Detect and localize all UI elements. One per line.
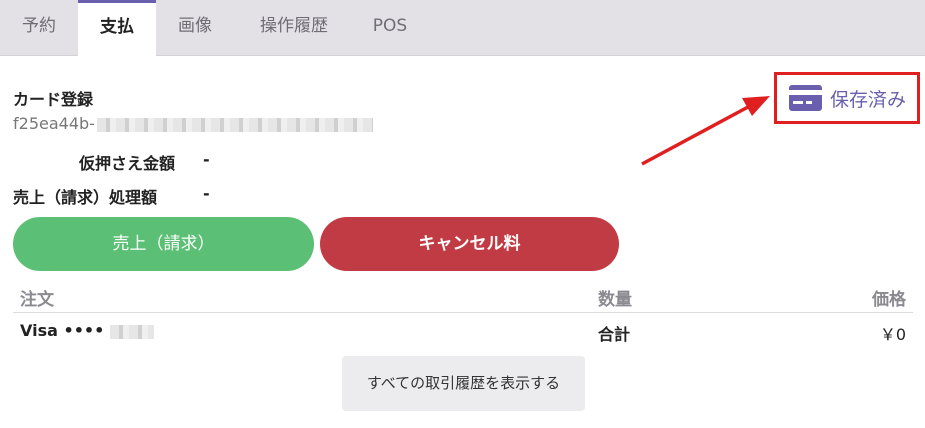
view-all-transactions-button[interactable]: すべての取引履歴を表示する (342, 356, 585, 411)
card-id-redacted (96, 117, 373, 132)
table-divider (13, 312, 913, 313)
tab-operation-history[interactable]: 操作履歴 (234, 0, 354, 56)
card-brand-masked: Visa •••• (20, 321, 105, 340)
total-price: ￥0 (879, 325, 906, 344)
card-registration-title: カード登録 (13, 90, 94, 109)
tab-pos[interactable]: POS (354, 0, 426, 56)
tab-payment[interactable]: 支払 (78, 0, 156, 57)
tab-bar: 予約 支払 画像 操作履歴 POS (0, 0, 925, 57)
sales-amount-label: 売上（請求）処理額 (13, 188, 158, 207)
cancellation-fee-button[interactable]: キャンセル料 (320, 217, 619, 271)
card-id: f25ea44b- (13, 114, 373, 133)
price-column-header: 価格 (872, 290, 906, 310)
tab-reservation[interactable]: 予約 (0, 0, 78, 56)
table-row: Visa •••• (20, 321, 155, 340)
saved-card-button[interactable]: 保存済み (774, 72, 920, 124)
order-column-header: 注文 (20, 290, 54, 310)
credit-card-icon (789, 85, 822, 111)
card-id-prefix: f25ea44b- (13, 114, 95, 133)
total-label: 合計 (598, 325, 631, 344)
sales-amount-value: - (203, 184, 210, 203)
card-last-digits-redacted (110, 324, 155, 339)
quantity-column-header: 数量 (598, 290, 632, 310)
saved-label: 保存済み (830, 88, 907, 111)
hold-amount-label: 仮押さえ金額 (79, 154, 176, 173)
charge-button[interactable]: 売上（請求） (13, 217, 314, 271)
hold-amount-value: - (203, 150, 210, 169)
tab-images[interactable]: 画像 (156, 0, 234, 56)
